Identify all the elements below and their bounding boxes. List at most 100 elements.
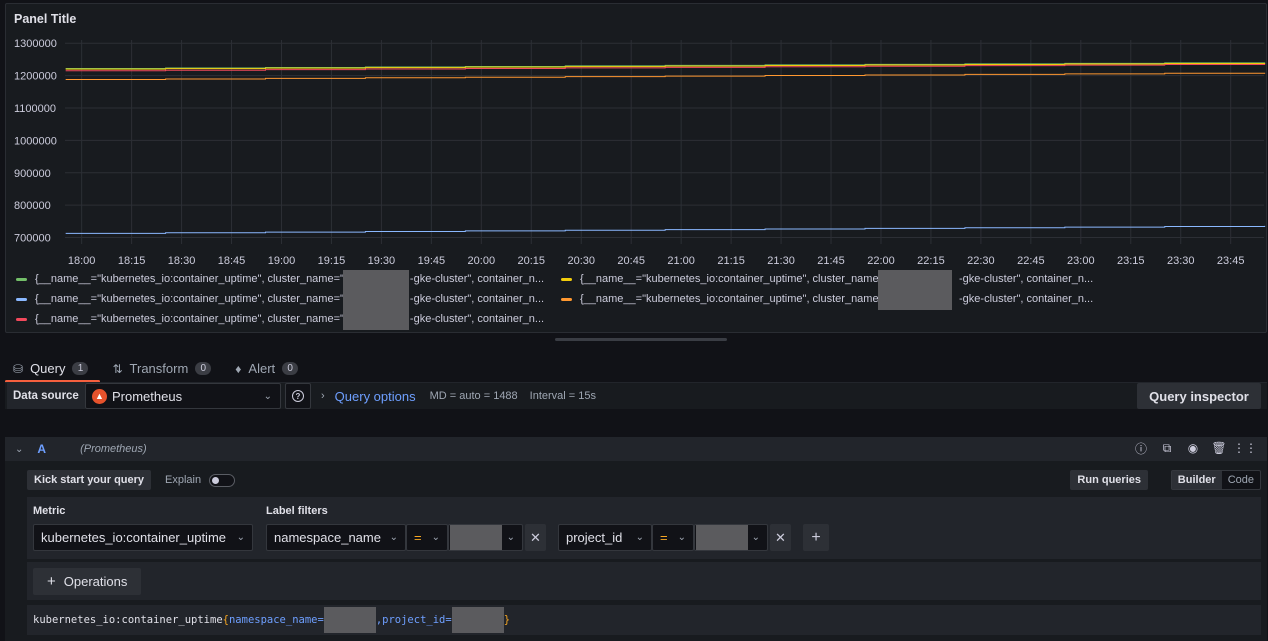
x-tick-label: 23:15 — [1117, 255, 1145, 267]
x-tick-label: 18:15 — [118, 255, 146, 267]
legend-swatch — [561, 297, 572, 301]
y-tick-label: 800000 — [14, 200, 51, 212]
datasource-select[interactable]: ▲ Prometheus ⌄ — [85, 383, 281, 409]
add-filter-button[interactable]: + — [803, 524, 829, 551]
redaction-block — [696, 525, 748, 550]
question-icon: ? — [292, 390, 304, 402]
x-tick-label: 18:45 — [218, 255, 246, 267]
operator-value: = — [660, 530, 668, 545]
chevron-down-icon: ⌄ — [635, 532, 644, 543]
legend-item[interactable]: {__name__="kubernetes_io:container_uptim… — [16, 309, 546, 329]
query-preview: kubernetes_io:container_uptime{namespace… — [27, 605, 1261, 635]
datasource-label: Data source — [7, 383, 85, 409]
x-tick-label: 23:00 — [1067, 255, 1095, 267]
x-tick-label: 22:00 — [867, 255, 895, 267]
legend-item[interactable]: {__name__="kubernetes_io:container_uptim… — [16, 269, 546, 289]
remove-filter-button[interactable]: ✕ — [770, 524, 791, 551]
trash-icon[interactable]: 🗑 — [1211, 441, 1226, 455]
label-key-select[interactable]: project_id ⌄ — [558, 524, 652, 551]
chevron-down-icon: ⌄ — [263, 390, 272, 402]
x-tick-label: 20:30 — [567, 255, 595, 267]
x-tick-label: 23:30 — [1167, 255, 1195, 267]
bell-icon: ♦ — [235, 361, 242, 376]
label-operator-select[interactable]: = ⌄ — [652, 524, 694, 551]
preview-brace: } — [503, 614, 511, 626]
operations-label: Operations — [63, 574, 128, 589]
label-key-value: project_id — [566, 530, 623, 545]
legend-item[interactable]: {__name__="kubernetes_io:container_uptim… — [561, 289, 1121, 309]
prometheus-logo-icon: ▲ — [92, 388, 107, 404]
query-editor-body: Kick start your query Explain Run querie… — [5, 461, 1267, 641]
x-tick-label: 19:30 — [368, 255, 396, 267]
legend-swatch — [16, 297, 27, 301]
redaction-block — [323, 607, 376, 633]
label-value-select[interactable]: ⌄ — [448, 524, 523, 551]
legend-label: {__name__="kubernetes_io:container_uptim… — [35, 273, 545, 285]
query-row-actions: ⓘ ⧉ ◉ 🗑 ⋮⋮ — [1135, 441, 1257, 456]
legend-label: {__name__="kubernetes_io:container_uptim… — [35, 313, 545, 325]
x-tick-label: 21:00 — [667, 255, 695, 267]
mode-builder[interactable]: Builder — [1171, 471, 1222, 489]
query-ref-id[interactable]: A — [37, 442, 46, 456]
label-operator-select[interactable]: = ⌄ — [406, 524, 448, 551]
x-tick-label: 18:00 — [68, 255, 96, 267]
x-tick-label: 20:45 — [617, 255, 645, 267]
panel-title[interactable]: Panel Title — [14, 12, 76, 26]
x-tick-label: 21:30 — [767, 255, 795, 267]
query-inspector-button[interactable]: Query inspector — [1137, 383, 1261, 409]
time-series-panel: 700000 800000 900000 1000000 1100000 1200000 1… — [5, 3, 1267, 333]
x-tick-label: 21:45 — [817, 255, 845, 267]
explain-toggle[interactable]: Explain — [165, 470, 236, 490]
tab-query[interactable]: ⛁ Query 1 — [5, 355, 101, 383]
collapse-chevron-icon[interactable]: ⌄ — [15, 444, 23, 455]
tab-transform[interactable]: ⇅ Transform 0 — [104, 355, 223, 382]
datasource-help-button[interactable]: ? — [285, 383, 311, 409]
explain-label: Explain — [165, 474, 202, 486]
series-line[interactable] — [65, 225, 1266, 234]
preview-metric: kubernetes_io:container_uptime — [33, 614, 223, 626]
editor-mode-toggle: Builder Code — [1170, 470, 1261, 490]
chevron-down-icon: ⌄ — [431, 532, 440, 543]
drag-handle-icon[interactable]: ⋮⋮ — [1233, 441, 1257, 455]
y-tick-label: 1200000 — [14, 71, 57, 83]
query-options-toggle[interactable]: › Query options MD = auto = 1488 Interva… — [321, 383, 596, 409]
x-tick-label: 22:30 — [967, 255, 995, 267]
legend-item[interactable]: {__name__="kubernetes_io:container_uptim… — [16, 289, 546, 309]
x-tick-label: 18:30 — [168, 255, 196, 267]
x-tick-label: 20:15 — [518, 255, 546, 267]
count-badge: 0 — [282, 362, 299, 375]
eye-icon[interactable]: ◉ — [1187, 441, 1199, 455]
x-tick-label: 19:00 — [268, 255, 296, 267]
panel-resize-handle[interactable] — [555, 338, 727, 341]
legend-swatch — [16, 277, 27, 281]
chevron-down-icon: ⌄ — [677, 532, 686, 543]
help-icon[interactable]: ⓘ — [1135, 441, 1147, 456]
query-toolbar: Data source ▲ Prometheus ⌄ ? › Query opt… — [5, 383, 1267, 409]
chevron-down-icon: ⌄ — [506, 532, 515, 543]
max-datapoints-info: MD = auto = 1488 — [429, 390, 518, 402]
preview-label: project_id= — [382, 614, 452, 626]
query-options-title: Query options — [334, 388, 416, 404]
label-key-select[interactable]: namespace_name ⌄ — [266, 524, 406, 551]
legend-item[interactable]: {__name__="kubernetes_io:container_uptim… — [561, 269, 1121, 289]
metric-label: Metric — [33, 505, 66, 517]
metric-select[interactable]: kubernetes_io:container_uptime ⌄ — [33, 524, 253, 551]
editor-tabs: ⛁ Query 1 ⇅ Transform 0 ♦ Alert 0 — [5, 355, 310, 383]
redaction-block — [878, 270, 952, 310]
explain-switch[interactable] — [209, 473, 236, 487]
x-tick-label: 19:45 — [418, 255, 446, 267]
operations-area: + Operations — [27, 562, 1261, 600]
x-tick-label: 19:15 — [318, 255, 346, 267]
tab-label: Query — [30, 361, 66, 376]
mode-code[interactable]: Code — [1222, 471, 1260, 489]
run-queries-button[interactable]: Run queries — [1070, 470, 1148, 490]
label-filters-label: Label filters — [266, 505, 328, 517]
kick-start-button[interactable]: Kick start your query — [27, 470, 152, 490]
remove-filter-button[interactable]: ✕ — [525, 524, 546, 551]
add-operation-button[interactable]: + Operations — [33, 568, 142, 595]
tab-alert[interactable]: ♦ Alert 0 — [227, 355, 310, 382]
label-value-select[interactable]: ⌄ — [694, 524, 768, 551]
x-tick-label: 20:00 — [468, 255, 496, 267]
duplicate-icon[interactable]: ⧉ — [1161, 441, 1173, 455]
transform-icon: ⇅ — [112, 361, 123, 376]
